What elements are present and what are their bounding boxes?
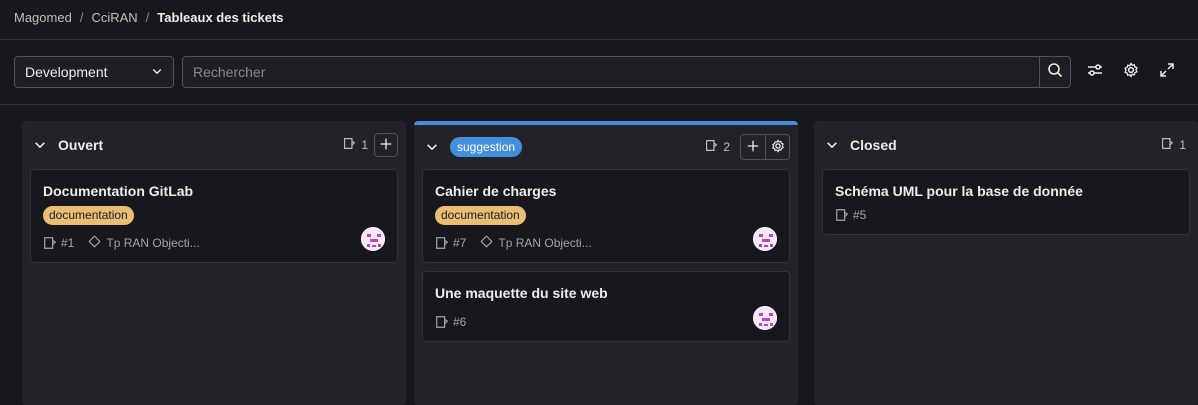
- search-button[interactable]: [1039, 57, 1070, 87]
- issues-icon: [343, 137, 356, 153]
- gear-icon: [771, 138, 785, 156]
- issue-meta: #7 Tp RAN Objecti...: [435, 234, 777, 252]
- list-settings-button[interactable]: [765, 135, 789, 159]
- issue-meta: #6: [435, 313, 777, 331]
- issue-number: #6: [453, 315, 467, 329]
- issue-number: #7: [453, 236, 467, 250]
- header-divider: [0, 39, 1198, 40]
- gear-icon: [1123, 61, 1139, 83]
- issue-count: 1: [343, 137, 368, 153]
- board-settings-button[interactable]: [1115, 56, 1147, 88]
- chevron-down-icon[interactable]: [422, 137, 442, 157]
- list-title[interactable]: Closed: [850, 137, 1161, 153]
- breadcrumb: Magomed / CciRAN / Tableaux des tickets: [14, 8, 284, 26]
- issue-icon: [435, 236, 449, 250]
- board-list-suggestion: suggestion 2 Cahier de charges documenta…: [414, 121, 798, 405]
- breadcrumb-separator: /: [79, 9, 84, 25]
- issues-icon: [1161, 137, 1174, 153]
- issue-card[interactable]: Cahier de charges documentation #7 Tp RA…: [422, 169, 790, 263]
- maximize-icon: [1159, 62, 1175, 83]
- search-icon: [1047, 62, 1063, 83]
- list-header: Closed 1: [814, 121, 1198, 169]
- issue-title[interactable]: Cahier de charges: [435, 181, 777, 201]
- issue-icon: [835, 208, 849, 222]
- label-documentation[interactable]: documentation: [435, 206, 526, 225]
- fullscreen-button[interactable]: [1151, 56, 1183, 88]
- issue-count-value: 2: [723, 140, 730, 154]
- issue-title[interactable]: Documentation GitLab: [43, 181, 385, 201]
- issue-number: #1: [61, 236, 75, 250]
- issue-icon: [43, 236, 57, 250]
- label-documentation[interactable]: documentation: [43, 206, 134, 225]
- filter-options-button[interactable]: [1079, 56, 1111, 88]
- milestone[interactable]: Tp RAN Objecti...: [88, 235, 200, 251]
- board-list-ouvert: Ouvert 1 Documentation GitLab documentat…: [22, 121, 406, 405]
- plus-icon: [380, 137, 392, 153]
- milestone-title: Tp RAN Objecti...: [106, 236, 200, 250]
- list-title: suggestion: [450, 137, 705, 157]
- plus-icon: [747, 139, 759, 155]
- breadcrumb-separator: /: [145, 9, 150, 25]
- breadcrumb-item-magomed[interactable]: Magomed: [14, 10, 72, 25]
- filter-divider: [0, 104, 1198, 105]
- issue-meta: #1 Tp RAN Objecti...: [43, 234, 385, 252]
- issue-count-value: 1: [361, 138, 368, 152]
- milestone-icon: [480, 235, 493, 251]
- milestone-title: Tp RAN Objecti...: [498, 236, 592, 250]
- issue-count: 1: [1161, 137, 1186, 153]
- preferences-icon: [1087, 62, 1103, 83]
- issue-card[interactable]: Documentation GitLab documentation #1 Tp…: [30, 169, 398, 263]
- issue-icon: [435, 315, 449, 329]
- milestone[interactable]: Tp RAN Objecti...: [480, 235, 592, 251]
- list-title[interactable]: Ouvert: [58, 137, 343, 153]
- assignee-avatar[interactable]: [361, 227, 385, 251]
- issue-card[interactable]: Schéma UML pour la base de donnée #5: [822, 169, 1190, 235]
- card-list: Documentation GitLab documentation #1 Tp…: [22, 169, 406, 263]
- issue-card[interactable]: Une maquette du site web #6: [422, 271, 790, 342]
- issue-number: #5: [853, 208, 867, 222]
- search-box: [182, 56, 1071, 88]
- list-header: suggestion 2: [414, 125, 798, 169]
- chevron-down-icon[interactable]: [30, 135, 50, 155]
- label-suggestion[interactable]: suggestion: [450, 137, 523, 157]
- board-select[interactable]: Development: [14, 56, 174, 88]
- list-header: Ouvert 1: [22, 121, 406, 169]
- card-list: Schéma UML pour la base de donnée #5: [814, 169, 1198, 235]
- issue-count: 2: [705, 139, 730, 155]
- board-list-closed: Closed 1 Schéma UML pour la base de donn…: [814, 121, 1198, 405]
- card-list: Cahier de charges documentation #7 Tp RA…: [414, 169, 798, 342]
- new-issue-button[interactable]: [741, 135, 765, 159]
- issue-count-value: 1: [1179, 138, 1186, 152]
- chevron-down-icon[interactable]: [822, 135, 842, 155]
- issue-title[interactable]: Une maquette du site web: [435, 283, 777, 303]
- new-issue-button[interactable]: [374, 133, 398, 157]
- breadcrumb-item-cciran[interactable]: CciRAN: [91, 10, 137, 25]
- assignee-avatar[interactable]: [753, 227, 777, 251]
- list-actions: [740, 134, 790, 160]
- issue-meta: #5: [835, 206, 1177, 224]
- board-select-value: Development: [25, 64, 108, 80]
- board: Ouvert 1 Documentation GitLab documentat…: [14, 121, 1198, 405]
- assignee-avatar[interactable]: [753, 306, 777, 330]
- search-input[interactable]: [183, 57, 1039, 87]
- filter-bar: Development: [14, 56, 1198, 88]
- chevron-down-icon: [151, 64, 163, 80]
- breadcrumb-current[interactable]: Tableaux des tickets: [157, 10, 283, 25]
- milestone-icon: [88, 235, 101, 251]
- issue-title[interactable]: Schéma UML pour la base de donnée: [835, 181, 1177, 201]
- issues-icon: [705, 139, 718, 155]
